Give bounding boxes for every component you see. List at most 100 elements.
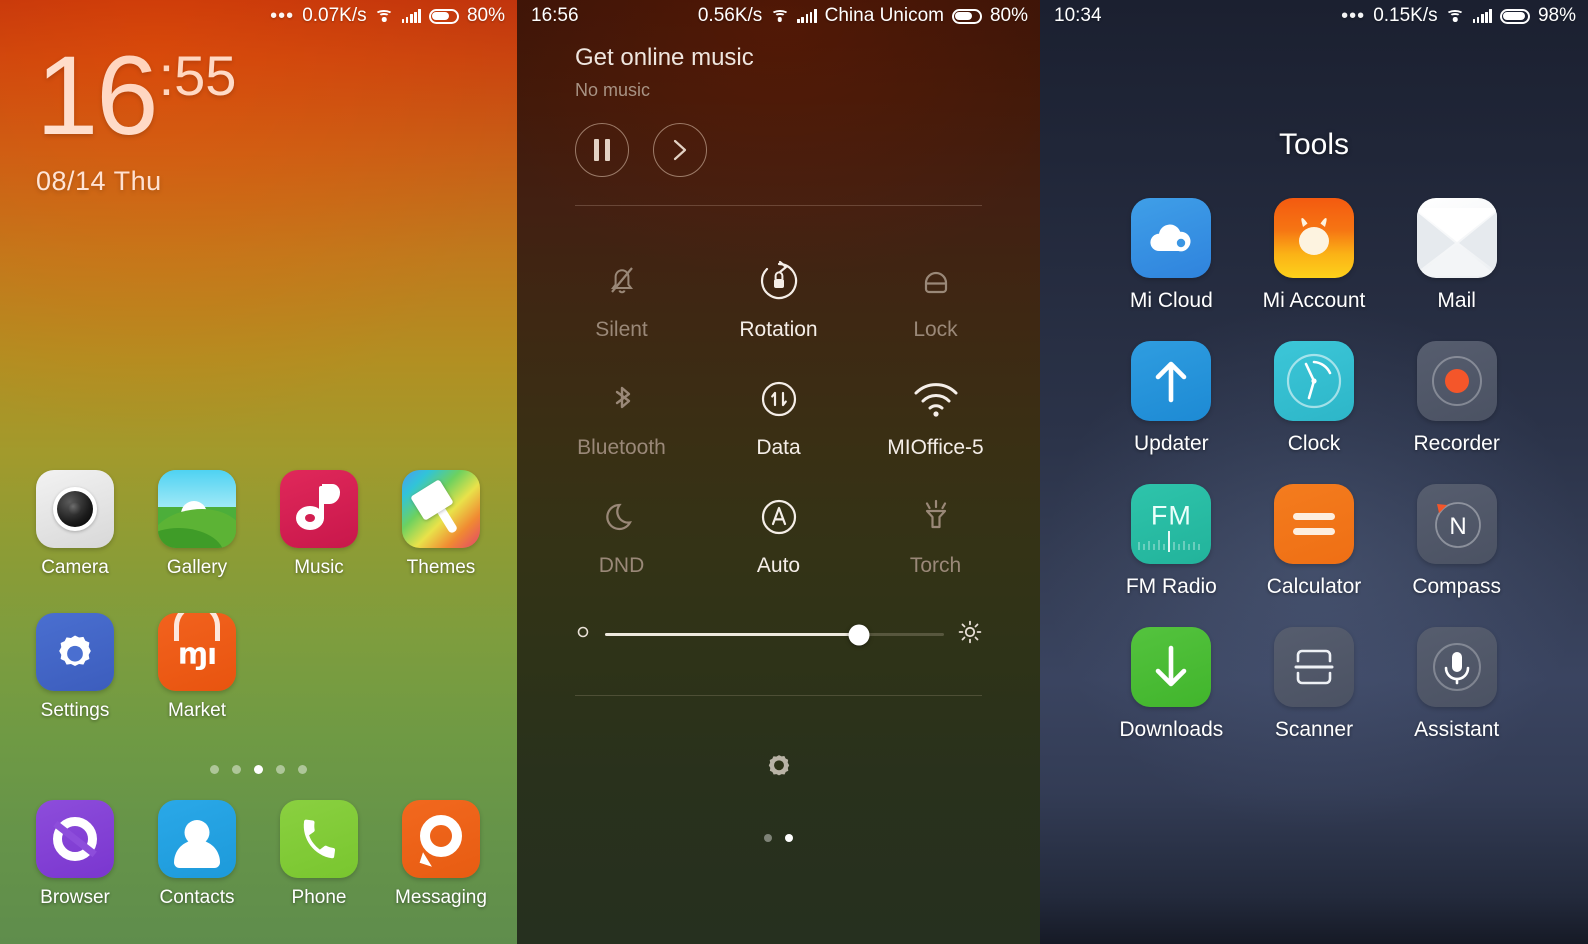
battery-icon	[951, 8, 982, 24]
gear-shape	[59, 635, 91, 667]
toggle-bluetooth[interactable]: Bluetooth	[543, 352, 700, 470]
clock-icon	[1273, 341, 1354, 421]
app-calculator[interactable]: Calculator	[1243, 484, 1386, 599]
settings-icon	[36, 613, 114, 691]
app-label: Compass	[1412, 575, 1502, 598]
app-mi-account[interactable]: Mi Account	[1243, 198, 1386, 313]
rotation-lock-icon	[700, 256, 857, 306]
network-speed-label: 0.15K/s	[1373, 5, 1438, 26]
app-label: Recorder	[1413, 432, 1500, 455]
app-label: Phone	[291, 887, 347, 908]
toggle-lock[interactable]: Lock	[857, 234, 1014, 352]
brightness-low-icon	[575, 624, 591, 645]
toggle-wifi[interactable]: MIOffice-5	[857, 352, 1014, 470]
svg-text:N: N	[1449, 513, 1466, 540]
app-messaging[interactable]: Messaging	[380, 800, 502, 909]
app-contacts[interactable]: Contacts	[136, 800, 258, 909]
toggle-label: Torch	[909, 554, 962, 577]
brightness-knob[interactable]	[848, 624, 870, 645]
page-dot[interactable]	[232, 765, 241, 774]
wifi-icon	[857, 374, 1014, 424]
battery-percent-label: 98%	[1537, 5, 1576, 26]
app-camera[interactable]: Camera	[14, 470, 136, 579]
app-themes[interactable]: Themes	[380, 470, 502, 579]
app-updater[interactable]: Updater	[1100, 341, 1243, 456]
page-dot[interactable]	[210, 765, 219, 774]
wifi-icon	[1446, 9, 1465, 24]
battery-percent-label: 80%	[989, 5, 1028, 26]
signal-bars-icon	[1472, 9, 1492, 23]
divider	[575, 695, 982, 696]
app-label: Mi Cloud	[1129, 289, 1213, 312]
more-dots-icon: •••	[270, 5, 295, 27]
toggle-rotation[interactable]: Rotation	[700, 234, 857, 352]
approw: Camera Gallery Music Themes	[0, 470, 517, 579]
app-music[interactable]: Music	[258, 470, 380, 579]
page-dot-active[interactable]	[785, 834, 793, 842]
cc-settings-button[interactable]	[517, 748, 1040, 782]
toggle-dnd[interactable]: DND	[543, 470, 700, 588]
page-dot[interactable]	[298, 765, 307, 774]
cc-status-left: 16:56	[531, 5, 579, 27]
clock-date: 08/14 Thu	[36, 166, 162, 196]
themes-icon	[402, 470, 480, 548]
brightness-fill	[605, 633, 860, 636]
toggle-label: Bluetooth	[577, 436, 666, 459]
brightness-track[interactable]	[605, 624, 944, 645]
app-label: Settings	[40, 700, 110, 721]
app-downloads[interactable]: Downloads	[1100, 627, 1243, 742]
toggle-data[interactable]: Data	[700, 352, 857, 470]
tools-status-bar: 10:34 ••• 0.15K/s 98%	[1040, 0, 1588, 32]
app-label: Messaging	[395, 887, 487, 908]
music-card-title[interactable]: Get online music	[517, 44, 1040, 72]
app-mi-cloud[interactable]: Mi Cloud	[1100, 198, 1243, 313]
mi-account-icon	[1273, 198, 1354, 278]
cc-status-right: 0.56K/s China Unicom 80%	[698, 5, 1028, 27]
app-settings[interactable]: Settings	[14, 613, 136, 722]
scanner-icon	[1273, 627, 1354, 707]
toggle-torch[interactable]: Torch	[857, 470, 1014, 588]
cc-page-indicator[interactable]	[517, 834, 1040, 842]
next-button[interactable]	[653, 123, 707, 177]
app-scanner[interactable]: Scanner	[1243, 627, 1386, 742]
page-dot[interactable]	[276, 765, 285, 774]
home-page-indicator[interactable]	[0, 765, 517, 774]
recorder-icon	[1416, 341, 1497, 421]
app-market[interactable]: ɱı Market	[136, 613, 258, 722]
downloads-icon	[1131, 627, 1212, 707]
toggle-label: Silent	[595, 318, 648, 341]
app-gallery[interactable]: Gallery	[136, 470, 258, 579]
app-label: Updater	[1133, 432, 1209, 455]
app-label: Gallery	[166, 557, 228, 578]
lock-icon	[857, 256, 1014, 306]
app-mail[interactable]: Mail	[1385, 198, 1528, 313]
pause-button[interactable]	[575, 123, 629, 177]
app-browser[interactable]: Browser	[14, 800, 136, 909]
app-compass[interactable]: N Compass	[1385, 484, 1528, 599]
screenshot-root: ••• 0.07K/s 80% 16 :55 08/14 Thu Camera	[0, 0, 1588, 944]
compass-icon: N	[1416, 484, 1497, 564]
toggle-label: Lock	[913, 318, 958, 341]
page-dot[interactable]	[764, 834, 772, 842]
mobile-data-icon	[700, 374, 857, 424]
app-fm-radio[interactable]: FM FM Radio	[1100, 484, 1243, 599]
toggle-silent[interactable]: Silent	[543, 234, 700, 352]
moon-icon	[543, 492, 700, 542]
home-status-bar: ••• 0.07K/s 80%	[0, 0, 517, 32]
app-recorder[interactable]: Recorder	[1385, 341, 1528, 456]
brightness-slider[interactable]	[575, 620, 982, 649]
app-phone[interactable]: Phone	[258, 800, 380, 909]
clock-time: 16 :55	[36, 40, 236, 152]
clock-widget[interactable]: 16 :55 08/14 Thu	[36, 40, 236, 197]
page-dot-active[interactable]	[254, 765, 263, 774]
messaging-icon	[402, 800, 480, 878]
handset-shape	[303, 819, 336, 859]
toggle-auto-brightness[interactable]: Auto	[700, 470, 857, 588]
app-label: Mail	[1437, 289, 1476, 312]
chevron-right-icon	[673, 139, 687, 161]
home-screen-panel: ••• 0.07K/s 80% 16 :55 08/14 Thu Camera	[0, 0, 517, 944]
app-assistant[interactable]: Assistant	[1385, 627, 1528, 742]
music-controls	[517, 123, 1040, 177]
app-clock[interactable]: Clock	[1243, 341, 1386, 456]
folder-title[interactable]: Tools	[1040, 128, 1588, 162]
